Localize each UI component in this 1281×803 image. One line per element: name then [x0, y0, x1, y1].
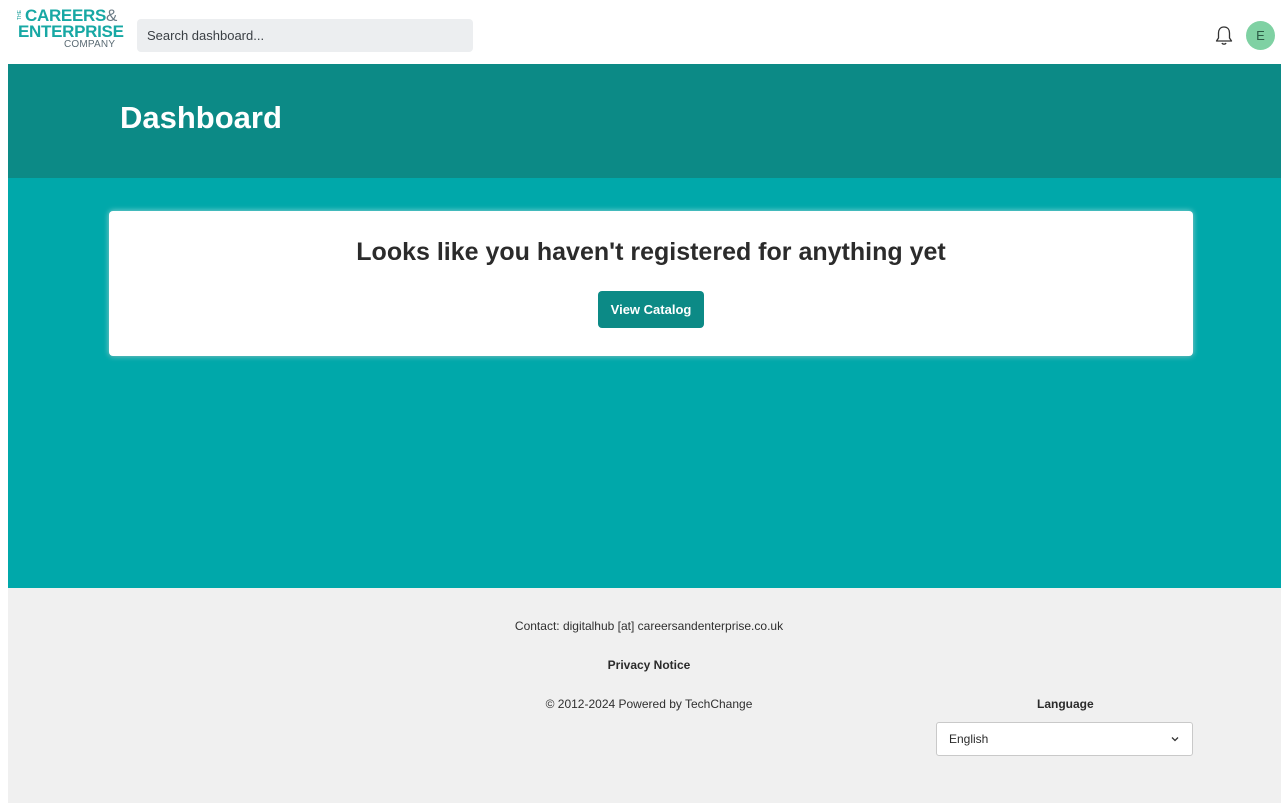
language-select[interactable]: English — [936, 722, 1193, 756]
empty-state-card: Looks like you haven't registered for an… — [109, 211, 1193, 356]
bell-icon[interactable] — [1214, 25, 1234, 47]
page-header: Dashboard — [8, 64, 1281, 178]
footer: Contact: digitalhub [at] careersandenter… — [8, 588, 1281, 803]
empty-state-message: Looks like you haven't registered for an… — [356, 238, 946, 266]
main-content: Looks like you haven't registered for an… — [8, 178, 1281, 588]
privacy-notice-link[interactable]: Privacy Notice — [8, 658, 1281, 672]
chevron-down-icon — [1171, 737, 1179, 742]
logo-the-text: THE — [17, 10, 23, 20]
language-label: Language — [1037, 697, 1094, 711]
avatar[interactable]: E — [1246, 21, 1275, 50]
language-selected-value: English — [949, 732, 989, 746]
top-bar: THE CAREERS& ENTERPRISE COMPANY E — [0, 0, 1281, 64]
left-edge — [0, 0, 8, 803]
contact-text: Contact: digitalhub [at] careersandenter… — [514, 619, 784, 633]
view-catalog-button[interactable]: View Catalog — [598, 291, 704, 328]
logo-line-3: COMPANY — [64, 39, 116, 50]
logo-line-2: ENTERPRISE — [18, 22, 124, 41]
search-input[interactable] — [137, 19, 473, 52]
company-logo[interactable]: THE CAREERS& ENTERPRISE COMPANY — [17, 7, 128, 59]
page-title: Dashboard — [120, 100, 282, 135]
